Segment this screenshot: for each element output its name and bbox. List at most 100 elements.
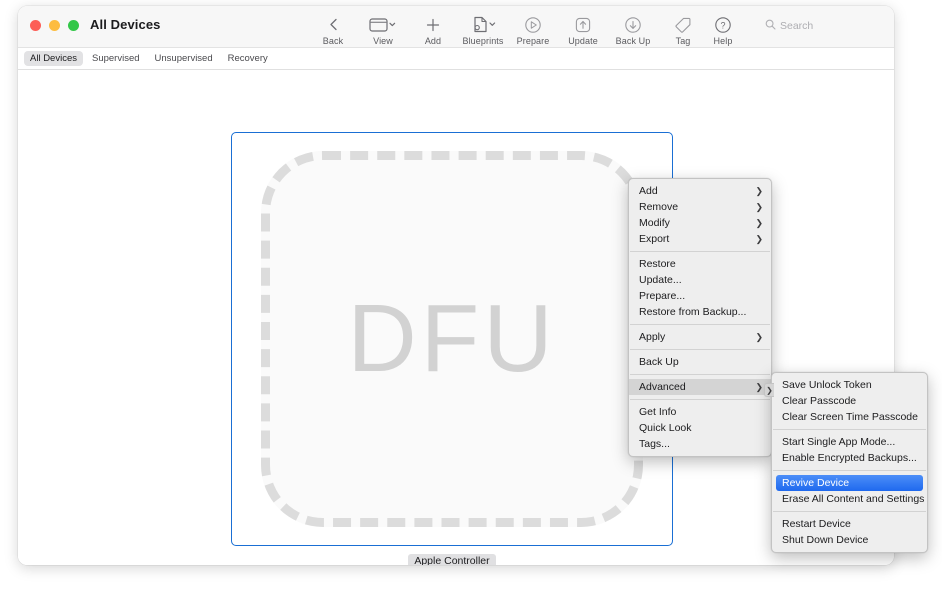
toolbar-button-help[interactable]: ? Help: [698, 11, 748, 46]
submenu-item-clear-screen-time-passcode[interactable]: Clear Screen Time Passcode: [772, 409, 927, 425]
toolbar-button-back[interactable]: Back: [308, 11, 358, 46]
main-toolbar: Back View Add Blueprints Prepare Update …: [308, 11, 708, 49]
toolbar-label: Update: [568, 36, 598, 46]
menu-item-tags[interactable]: Tags...: [629, 436, 771, 452]
device-name-label: Apple Controller: [408, 554, 496, 565]
menu-item-remove[interactable]: Remove ❯: [629, 199, 771, 215]
toolbar-label: Back Up: [615, 36, 651, 46]
menu-item-label: Enable Encrypted Backups...: [782, 452, 917, 464]
submenu-item-restart-device[interactable]: Restart Device: [772, 516, 927, 532]
menu-item-label: Apply: [639, 331, 666, 343]
menu-item-label: Clear Screen Time Passcode: [782, 411, 918, 423]
help-icon: ?: [714, 15, 732, 34]
device-tile-selected[interactable]: DFU: [231, 132, 673, 546]
close-window-button[interactable]: [30, 20, 41, 31]
menu-item-modify[interactable]: Modify ❯: [629, 215, 771, 231]
toolbar-label: Help: [713, 36, 733, 46]
menu-item-add[interactable]: Add ❯: [629, 183, 771, 199]
search-placeholder: Search: [780, 20, 814, 32]
toolbar-label: Add: [424, 36, 442, 46]
menu-item-label: Restore from Backup...: [639, 306, 747, 318]
menu-separator: [630, 324, 770, 325]
menu-item-apply[interactable]: Apply ❯: [629, 329, 771, 345]
toolbar-label: View: [373, 36, 393, 46]
toolbar-button-backup[interactable]: Back Up: [608, 11, 658, 46]
menu-item-label: Prepare...: [639, 290, 686, 302]
context-menu[interactable]: Add ❯ Remove ❯ Modify ❯ Export ❯ Restore…: [628, 178, 772, 457]
update-icon: [574, 15, 592, 34]
menu-item-update[interactable]: Update...: [629, 272, 771, 288]
menu-item-label: Clear Passcode: [782, 395, 857, 407]
chevron-right-icon: ❯: [755, 201, 763, 212]
toolbar-right-group: ? Help Search: [698, 11, 878, 46]
menu-item-label: Back Up: [639, 356, 679, 368]
page-title: All Devices: [90, 17, 161, 32]
submenu-item-shut-down-device[interactable]: Shut Down Device: [772, 532, 927, 548]
menu-item-get-info[interactable]: Get Info: [629, 404, 771, 420]
device-item[interactable]: DFU Apple Controller: [231, 132, 673, 565]
menu-separator: [630, 399, 770, 400]
tab-unsupervised[interactable]: Unsupervised: [149, 51, 219, 66]
chevron-right-icon: ❯: [755, 381, 763, 392]
toolbar-button-blueprints[interactable]: Blueprints: [458, 11, 508, 46]
menu-item-label: Quick Look: [639, 422, 692, 434]
tab-supervised[interactable]: Supervised: [86, 51, 146, 66]
menu-item-restore-from-backup[interactable]: Restore from Backup...: [629, 304, 771, 320]
menu-item-label: Restore: [639, 258, 676, 270]
advanced-submenu[interactable]: ❯ Save Unlock Token Clear Passcode Clear…: [764, 372, 928, 553]
menu-item-label: Get Info: [639, 406, 677, 418]
chevron-right-icon: ❯: [755, 185, 763, 196]
submenu-item-revive-device[interactable]: Revive Device: [776, 475, 923, 491]
chevron-right-icon: ❯: [755, 217, 763, 228]
toolbar-button-update[interactable]: Update: [558, 11, 608, 46]
prepare-icon: [524, 15, 542, 34]
menu-item-prepare[interactable]: Prepare...: [629, 288, 771, 304]
submenu-item-save-unlock-token[interactable]: Save Unlock Token: [772, 377, 927, 393]
menu-item-label: Tags...: [639, 438, 670, 450]
menu-item-label: Update...: [639, 274, 682, 286]
tab-all-devices[interactable]: All Devices: [24, 51, 83, 66]
chevron-left-icon: [328, 15, 339, 34]
menu-separator: [630, 251, 770, 252]
menu-item-quick-look[interactable]: Quick Look: [629, 420, 771, 436]
tag-icon: [674, 15, 692, 34]
app-root: All Devices Back View Add Blueprints Pre…: [0, 0, 942, 589]
menu-item-label: Erase All Content and Settings: [782, 493, 925, 505]
menu-item-restore[interactable]: Restore: [629, 256, 771, 272]
svg-text:?: ?: [720, 20, 725, 30]
toolbar-button-add[interactable]: Add: [408, 11, 458, 46]
submenu-item-clear-passcode[interactable]: Clear Passcode: [772, 393, 927, 409]
submenu-item-erase-all-content-and-settings[interactable]: Erase All Content and Settings: [772, 491, 927, 507]
traffic-lights: [30, 20, 79, 31]
menu-item-export[interactable]: Export ❯: [629, 231, 771, 247]
device-filter-bar: All Devices Supervised Unsupervised Reco…: [18, 48, 894, 70]
menu-item-label: Modify: [639, 217, 670, 229]
menu-item-label: Advanced: [639, 381, 686, 393]
maximize-window-button[interactable]: [68, 20, 79, 31]
menu-separator: [773, 429, 926, 430]
submenu-item-start-single-app-mode[interactable]: Start Single App Mode...: [772, 434, 927, 450]
menu-item-label: Restart Device: [782, 518, 851, 530]
backup-icon: [624, 15, 642, 34]
menu-item-label: Revive Device: [782, 477, 850, 489]
menu-item-label: Add: [639, 185, 658, 197]
toolbar-label: Prepare: [516, 36, 550, 46]
menu-item-back-up[interactable]: Back Up: [629, 354, 771, 370]
dfu-placeholder-outline: DFU: [261, 151, 643, 527]
menu-item-label: Export: [639, 233, 670, 245]
search-input[interactable]: Search: [760, 16, 878, 36]
menu-separator: [773, 511, 926, 512]
window-icon: [369, 15, 397, 34]
menu-separator: [630, 374, 770, 375]
minimize-window-button[interactable]: [49, 20, 60, 31]
toolbar-button-prepare[interactable]: Prepare: [508, 11, 558, 46]
menu-item-advanced[interactable]: Advanced ❯: [629, 379, 771, 395]
toolbar-label: Tag: [675, 36, 691, 46]
window-titlebar: All Devices Back View Add Blueprints Pre…: [18, 6, 894, 48]
tab-recovery[interactable]: Recovery: [222, 51, 274, 66]
submenu-item-enable-encrypted-backups[interactable]: Enable Encrypted Backups...: [772, 450, 927, 466]
menu-item-label: Shut Down Device: [782, 534, 869, 546]
menu-item-label: Save Unlock Token: [782, 379, 872, 391]
toolbar-button-view[interactable]: View: [358, 11, 408, 46]
toolbar-label: Back: [322, 36, 344, 46]
